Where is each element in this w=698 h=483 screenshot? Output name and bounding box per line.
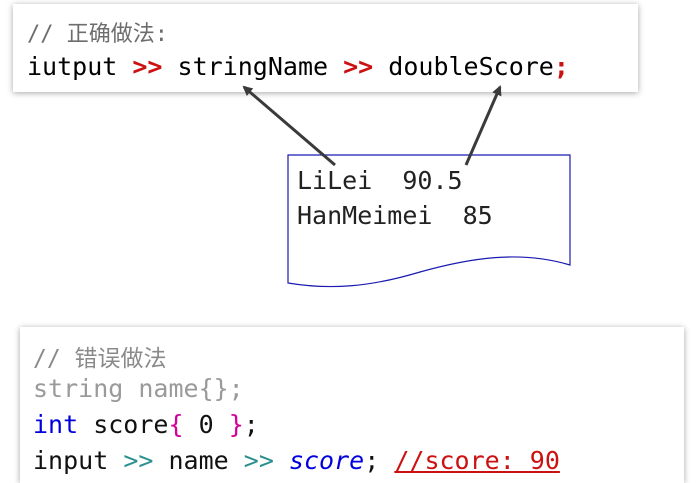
int-keyword: int: [33, 410, 79, 439]
wrong-code-box: // 错误做法 string name{}; int score{ 0 }; i…: [20, 327, 684, 483]
wrong-operator-2: >>: [243, 446, 274, 475]
score-result-note: //score: 90: [394, 446, 560, 475]
string-declaration-line: string name{};: [33, 374, 244, 403]
wrong-operator-1: >>: [123, 446, 154, 475]
int-initial-value: 0: [183, 410, 229, 439]
int-semicolon: ;: [243, 410, 259, 439]
wrong-comment: // 错误做法: [33, 346, 167, 372]
wrong-input-line: input >> name >> score; //score: 90: [33, 446, 560, 475]
arrow-to-double-score: [464, 85, 502, 166]
int-var-name: score: [78, 410, 169, 439]
brace-close: }: [228, 410, 244, 439]
brace-open: {: [168, 410, 184, 439]
wrong-stream-name: input: [33, 446, 109, 475]
wrong-semicolon: ;: [364, 446, 380, 475]
wrong-variable-name: name: [168, 446, 229, 475]
input-file-line-2: HanMeimei 85: [297, 201, 493, 230]
wrong-variable-score: score: [288, 446, 365, 475]
int-declaration-line: int score{ 0 };: [33, 410, 259, 439]
input-file-line-1: LiLei 90.5: [297, 166, 463, 195]
arrow-to-string-name: [242, 85, 336, 167]
